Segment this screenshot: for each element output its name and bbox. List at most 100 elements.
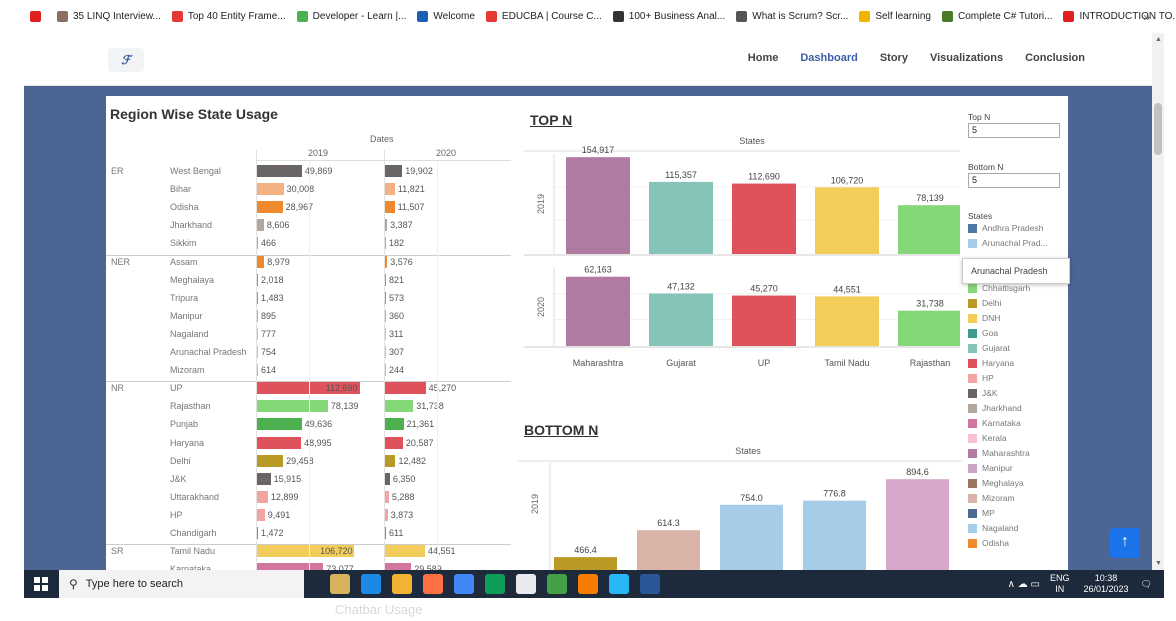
legend-item[interactable]: Karnataka [968, 418, 1021, 428]
taskbar-search-input[interactable]: ⚲ Type here to search [59, 570, 304, 598]
taskbar-clock[interactable]: 10:38 26/01/2023 [1084, 573, 1129, 595]
state-value-bar[interactable] [256, 165, 302, 177]
bookmark-item[interactable]: Welcome [417, 11, 475, 22]
bookmark-item[interactable]: Top 40 Entity Frame... [171, 11, 286, 22]
bookmarks-overflow-icon[interactable]: » [1143, 10, 1150, 24]
state-label: Bihar [170, 184, 192, 195]
nav-link-home[interactable]: Home [748, 52, 779, 64]
bookmark-item[interactable]: 35 LINQ Interview... [57, 11, 161, 22]
state-value-bar[interactable] [256, 219, 264, 232]
legend-item[interactable]: Nagaland [968, 523, 1018, 533]
state-value-bar[interactable] [384, 563, 412, 570]
legend-item[interactable]: Kerala [968, 433, 1007, 443]
taskbar-app-icon[interactable] [360, 574, 381, 594]
state-value-bar[interactable] [384, 183, 395, 196]
state-value-bar[interactable] [384, 418, 404, 431]
state-value-bar[interactable] [256, 400, 328, 413]
state-value-bar[interactable] [384, 436, 403, 449]
bottom-bar [803, 500, 866, 570]
state-value-label: 2,018 [261, 274, 284, 285]
legend-item[interactable]: Goa [968, 328, 998, 338]
state-value-bar[interactable] [256, 255, 265, 268]
legend-item[interactable]: Chhattisgarh [968, 283, 1030, 293]
taskbar-app-icon[interactable] [577, 574, 598, 594]
taskbar-app-icon[interactable] [329, 574, 350, 594]
state-value-bar[interactable] [384, 545, 425, 558]
taskbar-app-icon[interactable] [453, 574, 474, 594]
bookmark-item[interactable]: INTRODUCTION TO... [1063, 11, 1176, 22]
state-value-bar[interactable] [384, 201, 395, 214]
state-value-bar[interactable] [256, 436, 302, 449]
state-value-bar[interactable] [384, 165, 403, 177]
legend-swatch [968, 373, 977, 383]
scroll-down-icon[interactable]: ▼ [1155, 560, 1162, 567]
legend-item[interactable]: Haryana [968, 358, 1014, 368]
nav-link-story[interactable]: Story [880, 52, 908, 64]
nav-link-dashboard[interactable]: Dashboard [800, 52, 857, 64]
legend-item[interactable]: Arunachal Prad... [968, 238, 1048, 248]
nav-link-conclusion[interactable]: Conclusion [1025, 52, 1085, 64]
state-label: J&K [170, 473, 187, 484]
state-value-label: 19,902 [405, 166, 433, 176]
state-value-bar[interactable] [256, 508, 265, 521]
top-n-input[interactable]: 5 [968, 123, 1060, 138]
bookmark-item[interactable]: What is Scrum? Scr... [736, 11, 848, 22]
taskbar-app-icon[interactable] [391, 574, 412, 594]
bookmark-item[interactable]: Developer - Learn |... [296, 11, 406, 22]
bookmark-item[interactable]: Self learning [859, 11, 931, 22]
language-indicator[interactable]: ENG IN [1050, 573, 1070, 595]
notification-icon[interactable]: 🗨 [1141, 579, 1152, 590]
top-axis-title: States [739, 136, 765, 146]
bar-gujarat-2020 [649, 293, 713, 346]
taskbar-app-icon[interactable] [639, 574, 660, 594]
bookmark-label: 100+ Business Anal... [628, 11, 726, 22]
taskbar-app-icon[interactable] [515, 574, 536, 594]
windows-start-icon[interactable] [34, 577, 48, 591]
page-scrollbar[interactable]: ▲ ▼ [1152, 33, 1164, 570]
state-value-bar[interactable] [384, 454, 396, 467]
legend-item[interactable]: Jharkhand [968, 403, 1022, 413]
state-value-bar[interactable] [384, 382, 426, 395]
nav-link-visualizations[interactable]: Visualizations [930, 52, 1003, 64]
bar-rajasthan-2019 [898, 205, 960, 254]
bookmark-item[interactable] [30, 11, 46, 22]
state-value-bar[interactable] [256, 201, 283, 214]
legend-item[interactable]: Meghalaya [968, 478, 1024, 488]
state-value-bar[interactable] [384, 400, 414, 413]
taskbar-app-icon[interactable] [546, 574, 567, 594]
taskbar-app-icon[interactable] [484, 574, 505, 594]
legend-item[interactable]: HP [968, 373, 994, 383]
legend-item[interactable]: Odisha [968, 538, 1009, 548]
scroll-up-icon[interactable]: ▲ [1155, 36, 1162, 43]
x-tick-label: UP [758, 358, 771, 368]
state-value-bar[interactable] [256, 490, 268, 503]
state-value-bar[interactable] [256, 454, 284, 467]
taskbar-app-icon[interactable] [608, 574, 629, 594]
legend-item[interactable]: Manipur [968, 463, 1013, 473]
state-value-bar[interactable] [256, 183, 284, 196]
legend-swatch [968, 388, 977, 398]
state-value-bar[interactable] [256, 563, 324, 570]
legend-item[interactable]: DNH [968, 313, 1000, 323]
state-label: Tripura [170, 292, 199, 303]
bottom-n-input[interactable]: 5 [968, 173, 1060, 188]
legend-item[interactable]: Gujarat [968, 343, 1010, 353]
state-value-bar[interactable] [256, 472, 271, 485]
legend-item[interactable]: J&K [968, 388, 998, 398]
scroll-to-top-button[interactable]: ↑ [1110, 528, 1140, 558]
legend-item[interactable]: Maharashtra [968, 448, 1030, 458]
tray-icons[interactable]: ∧ ☁ ▭ [1008, 579, 1040, 590]
legend-item[interactable]: MP [968, 508, 995, 518]
state-value-label: 573 [389, 292, 405, 303]
scrollbar-thumb[interactable] [1154, 103, 1162, 155]
site-logo[interactable]: ℱ [108, 48, 144, 72]
x-tick-label: Rajasthan [910, 358, 951, 368]
legend-item[interactable]: Delhi [968, 298, 1001, 308]
bookmark-item[interactable]: 100+ Business Anal... [612, 11, 726, 22]
legend-item[interactable]: Mizoram [968, 493, 1015, 503]
bookmark-item[interactable]: Complete C# Tutori... [941, 11, 1052, 22]
state-value-bar[interactable] [256, 418, 302, 431]
bookmark-item[interactable]: EDUCBA | Course C... [485, 11, 602, 22]
legend-item[interactable]: Andhra Pradesh [968, 223, 1043, 233]
taskbar-app-icon[interactable] [422, 574, 443, 594]
